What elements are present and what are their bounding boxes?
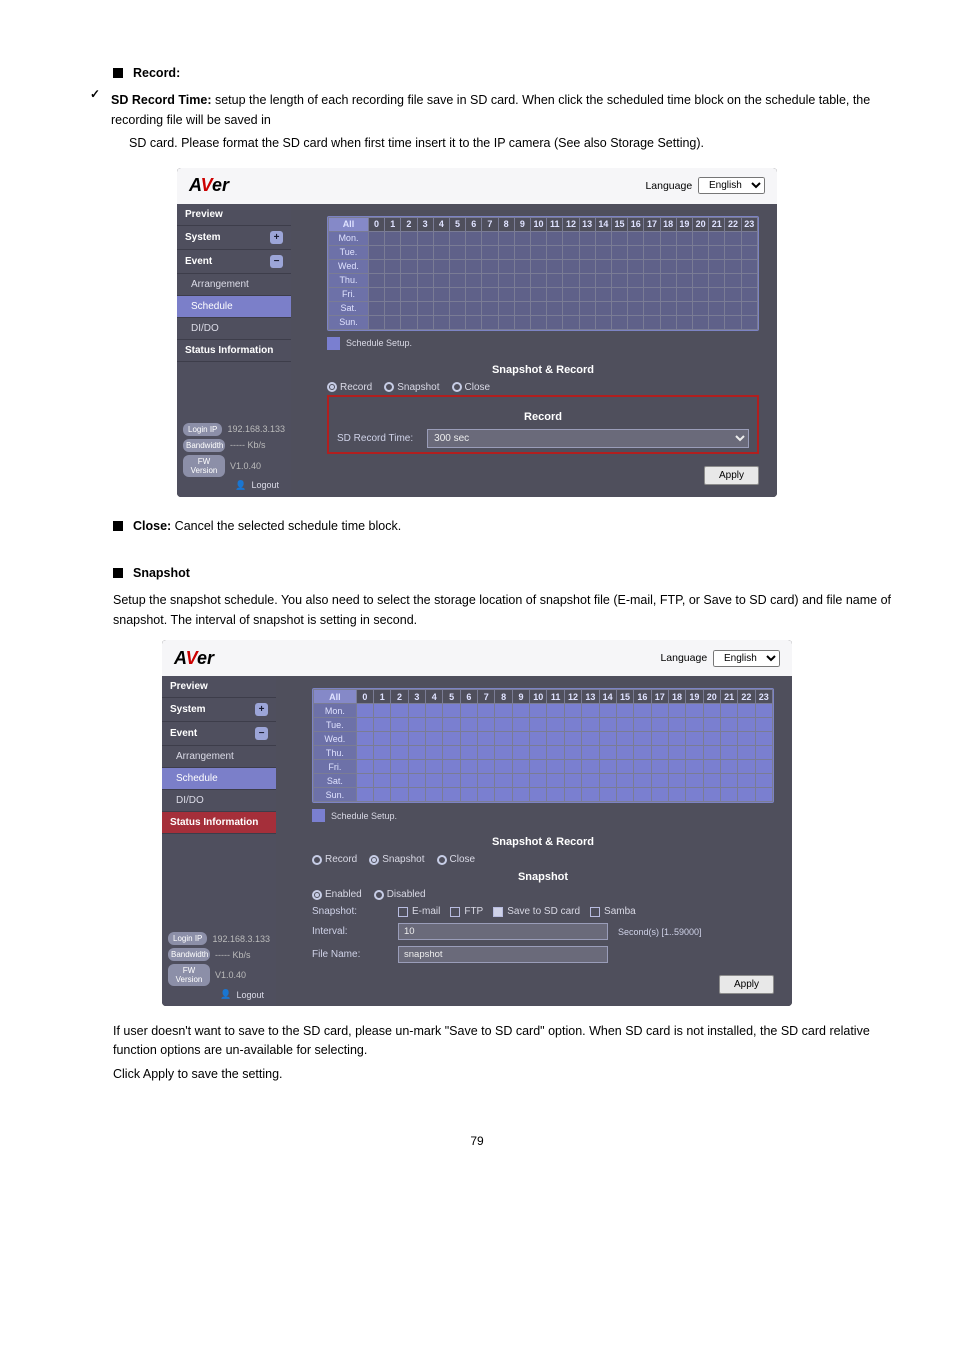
snr-radios: Record Snapshot Close <box>327 382 759 393</box>
chk-email[interactable]: E-mail <box>398 906 440 917</box>
nav-status[interactable]: Status Information <box>177 340 291 362</box>
aver-logo: AVer <box>174 648 214 669</box>
nav-arrangement[interactable]: Arrangement <box>177 274 291 296</box>
nav-preview[interactable]: Preview <box>162 676 276 698</box>
sd-record-time-label: SD Record Time: <box>337 433 413 444</box>
logout-link[interactable]: 👤Logout <box>168 989 270 1000</box>
user-icon: 👤 <box>235 480 246 491</box>
chk-ftp[interactable]: FTP <box>450 906 483 917</box>
screenshot-record: AVer Language English Preview System+ Ev… <box>177 168 777 497</box>
screenshot-snapshot: AVer Language English Preview System+ Ev… <box>162 640 792 1006</box>
nav-system[interactable]: System+ <box>162 698 276 722</box>
snapshot-desc: Setup the snapshot schedule. You also ne… <box>113 591 899 630</box>
radio-snapshot[interactable]: Snapshot <box>369 854 424 865</box>
bullet-icon <box>113 568 123 578</box>
record-highlight-box: Record SD Record Time: 300 sec <box>327 395 759 454</box>
nav-status[interactable]: Status Information <box>162 812 276 834</box>
snapshot-record-heading: Snapshot & Record <box>312 836 774 848</box>
radio-close[interactable]: Close <box>452 382 491 393</box>
nav-preview[interactable]: Preview <box>177 204 291 226</box>
record-subheading: Record <box>337 411 749 423</box>
sidebar-footer: Login IP192.168.3.133 Bandwidth----- Kb/… <box>177 417 291 497</box>
page-number: 79 <box>55 1134 899 1148</box>
nav-schedule[interactable]: Schedule <box>177 296 291 318</box>
schedule-grid[interactable]: All0123456789101112131415161718192021222… <box>327 216 759 331</box>
user-icon: 👤 <box>220 989 231 1000</box>
sd-record-time-desc: SD Record Time: setup the length of each… <box>111 91 899 130</box>
radio-snapshot[interactable]: Snapshot <box>384 382 439 393</box>
snapshot-record-heading: Snapshot & Record <box>327 364 759 376</box>
radio-enabled[interactable]: Enabled <box>312 889 362 900</box>
check-icon: ✓ <box>89 87 101 157</box>
radio-record[interactable]: Record <box>327 382 372 393</box>
language-label: Language <box>660 652 707 664</box>
filename-label: File Name: <box>312 949 388 960</box>
snr-radios: Record Snapshot Close <box>312 854 774 865</box>
chk-samba[interactable]: Samba <box>590 906 636 917</box>
schedule-setup-label: Schedule Setup. <box>346 338 412 348</box>
footer-note1: If user doesn't want to save to the SD c… <box>113 1022 899 1061</box>
schedule-color-key <box>312 809 325 822</box>
aver-logo: AVer <box>189 175 229 196</box>
nav-event[interactable]: Event− <box>177 250 291 274</box>
chk-save-sd[interactable]: Save to SD card <box>493 906 580 917</box>
footer-note2: Click Apply to save the setting. <box>113 1065 899 1084</box>
nav-system[interactable]: System+ <box>177 226 291 250</box>
sidebar: Preview System+ Event− Arrangement Sched… <box>177 204 291 497</box>
nav-dido[interactable]: DI/DO <box>177 318 291 340</box>
interval-input[interactable] <box>398 923 608 940</box>
radio-disabled[interactable]: Disabled <box>374 889 426 900</box>
schedule-color-key <box>327 337 340 350</box>
close-desc: Close: Cancel the selected schedule time… <box>113 517 899 536</box>
radio-close[interactable]: Close <box>437 854 476 865</box>
bullet-icon <box>113 68 123 78</box>
schedule-grid[interactable]: All0123456789101112131415161718192021222… <box>312 688 774 803</box>
snapshot-subheading: Snapshot <box>312 871 774 883</box>
nav-event[interactable]: Event− <box>162 722 276 746</box>
apply-button[interactable]: Apply <box>719 975 774 994</box>
logout-link[interactable]: 👤Logout <box>183 480 285 491</box>
record-label: Record: <box>133 66 180 80</box>
snapshot-targets-label: Snapshot: <box>312 906 388 917</box>
interval-hint: Second(s) [1..59000] <box>618 927 702 937</box>
language-label: Language <box>645 180 692 192</box>
sidebar: Preview System+ Event− Arrangement Sched… <box>162 676 276 1006</box>
language-select[interactable]: English <box>698 177 765 194</box>
filename-input[interactable] <box>398 946 608 963</box>
sidebar-footer: Login IP192.168.3.133 Bandwidth----- Kb/… <box>162 926 276 1006</box>
apply-button[interactable]: Apply <box>704 466 759 485</box>
snapshot-label: Snapshot <box>133 566 190 580</box>
sd-record-time-select[interactable]: 300 sec <box>427 429 749 448</box>
radio-record[interactable]: Record <box>312 854 357 865</box>
nav-schedule[interactable]: Schedule <box>162 768 276 790</box>
nav-dido[interactable]: DI/DO <box>162 790 276 812</box>
sd-record-time-desc2: SD card. Please format the SD card when … <box>129 134 899 153</box>
schedule-setup-label: Schedule Setup. <box>331 811 397 821</box>
nav-arrangement[interactable]: Arrangement <box>162 746 276 768</box>
interval-label: Interval: <box>312 926 388 937</box>
bullet-icon <box>113 521 123 531</box>
language-select[interactable]: English <box>713 650 780 667</box>
